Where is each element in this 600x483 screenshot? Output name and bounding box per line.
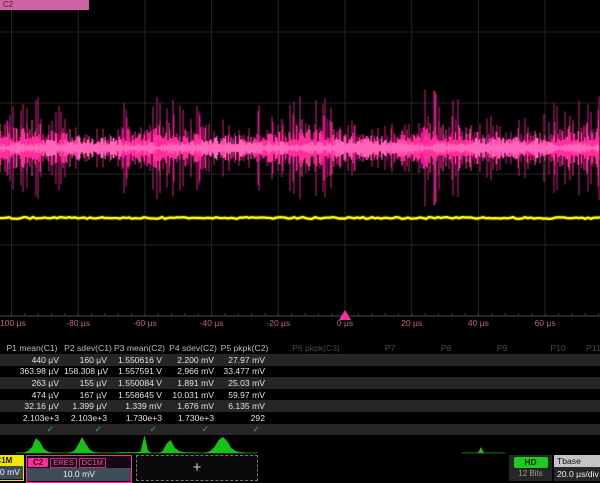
measure-value: 263 µV bbox=[0, 378, 64, 388]
measure-value: 1.399 µV bbox=[64, 401, 112, 411]
measure-column-header[interactable]: P8 bbox=[418, 343, 474, 353]
trace-label-badge[interactable]: C2 bbox=[0, 0, 89, 10]
c2-eres-badge: ERES bbox=[50, 458, 76, 468]
measure-value: 292 bbox=[219, 413, 270, 423]
histicon[interactable] bbox=[20, 438, 56, 453]
add-trace-button[interactable]: + bbox=[136, 455, 258, 481]
c2-coupling-badge: DC1M bbox=[79, 458, 106, 468]
c2-vertical-scale: 10.0 mV bbox=[27, 468, 131, 481]
measure-value: 155 µV bbox=[64, 378, 112, 388]
graticule-and-traces bbox=[0, 0, 600, 332]
measure-column-header[interactable]: P4 sdev(C2) bbox=[167, 343, 219, 353]
measure-value: 474 µV bbox=[0, 390, 64, 400]
measure-value: 2.200 mV bbox=[167, 355, 219, 365]
waveform-display-area: C2 -100 µs -80 µs -60 µs -40 µs -20 µs 0 µs 20… bbox=[0, 0, 600, 332]
x-tick-label: -20 µs bbox=[266, 318, 290, 328]
x-tick-label: 20 µs bbox=[401, 318, 422, 328]
measure-column-header[interactable]: P1 mean(C1) bbox=[0, 343, 64, 353]
plus-icon: + bbox=[193, 459, 202, 476]
histicon[interactable] bbox=[202, 437, 248, 453]
measure-value: 27.97 mV bbox=[219, 355, 270, 365]
measure-column-header[interactable]: P10 bbox=[530, 343, 586, 353]
timebase-descriptor[interactable]: Tbase 20.0 µs/div bbox=[554, 455, 600, 481]
measure-column-header[interactable]: P11 bbox=[586, 343, 600, 353]
timebase-title: Tbase bbox=[554, 455, 600, 467]
measure-value: 1.550616 V bbox=[112, 355, 167, 365]
measure-value: 158.308 µV bbox=[64, 366, 112, 376]
x-tick-label: 40 µs bbox=[468, 318, 489, 328]
trace-layer bbox=[0, 90, 600, 219]
measure-value: 33.477 mV bbox=[219, 366, 270, 376]
measure-value: 25.03 mV bbox=[219, 378, 270, 388]
histicon[interactable] bbox=[478, 447, 484, 453]
hd-badge: HD bbox=[514, 457, 548, 468]
oscilloscope-screen: { "top_left_badge": { "text": "C2" }, "g… bbox=[0, 0, 600, 480]
measure-value: 167 µV bbox=[64, 390, 112, 400]
measure-value: 1.339 mV bbox=[112, 401, 167, 411]
measure-table: P1 mean(C1)P2 sdev(C1)P3 mean(C2)P4 sdev… bbox=[0, 341, 600, 435]
x-tick-label: 0 µs bbox=[337, 318, 353, 328]
measurement-histicons bbox=[0, 433, 600, 455]
measure-value: 2.103e+3 bbox=[64, 413, 112, 423]
x-tick-label: -80 µs bbox=[66, 318, 90, 328]
measure-value: 1.676 mV bbox=[167, 401, 219, 411]
c1-coupling-badge: DC1M bbox=[0, 456, 23, 466]
measure-value: 363.98 µV bbox=[0, 366, 64, 376]
histicon[interactable] bbox=[66, 437, 102, 453]
hd-bits-label: 12 Bits bbox=[509, 469, 552, 478]
measure-value: 1.557591 V bbox=[112, 366, 167, 376]
x-tick-label: -100 µs bbox=[0, 318, 26, 328]
measure-column-header[interactable]: P3 mean(C2) bbox=[112, 343, 167, 353]
histicon[interactable] bbox=[114, 435, 152, 453]
measure-value: 440 µV bbox=[0, 355, 64, 365]
measure-value: 1.558645 V bbox=[112, 390, 167, 400]
x-tick-label: -60 µs bbox=[133, 318, 157, 328]
measure-value: 10.031 mV bbox=[167, 390, 219, 400]
measure-value: 1.730e+3 bbox=[167, 413, 219, 423]
measure-value: 1.550084 V bbox=[112, 378, 167, 388]
measure-column-header[interactable]: P2 sdev(C1) bbox=[64, 343, 112, 353]
measure-value: 1.891 mV bbox=[167, 378, 219, 388]
measure-column-header[interactable]: P5 pkpk(C2) bbox=[219, 343, 270, 353]
measure-column-header[interactable]: P9 bbox=[474, 343, 530, 353]
measure-value: 2.103e+3 bbox=[0, 413, 64, 423]
measure-value: 6.135 mV bbox=[219, 401, 270, 411]
timebase-scale: 20.0 µs/div bbox=[554, 467, 600, 481]
measure-column-header[interactable]: P7 bbox=[362, 343, 418, 353]
channel-c2-descriptor[interactable]: C2 ERES DC1M 10.0 mV bbox=[26, 455, 132, 483]
x-tick-label: 60 µs bbox=[535, 318, 556, 328]
channel-c1-descriptor[interactable]: DC1M 10.0 mV bbox=[0, 455, 24, 481]
measure-value: 1.730e+3 bbox=[112, 413, 167, 423]
x-tick-label: -40 µs bbox=[200, 318, 224, 328]
measure-column-header[interactable]: P6 pkpk(C3) bbox=[270, 343, 362, 353]
c1-vertical-scale: 10.0 mV bbox=[0, 466, 23, 479]
measure-value: 160 µV bbox=[64, 355, 112, 365]
hd-mode-indicator[interactable]: HD 12 Bits bbox=[509, 455, 552, 481]
histicon[interactable] bbox=[158, 440, 200, 453]
measure-value: 59.97 mV bbox=[219, 390, 270, 400]
c2-channel-badge: C2 bbox=[28, 458, 48, 467]
measure-value: 32.16 µV bbox=[0, 401, 64, 411]
measure-value: 2.966 mV bbox=[167, 366, 219, 376]
